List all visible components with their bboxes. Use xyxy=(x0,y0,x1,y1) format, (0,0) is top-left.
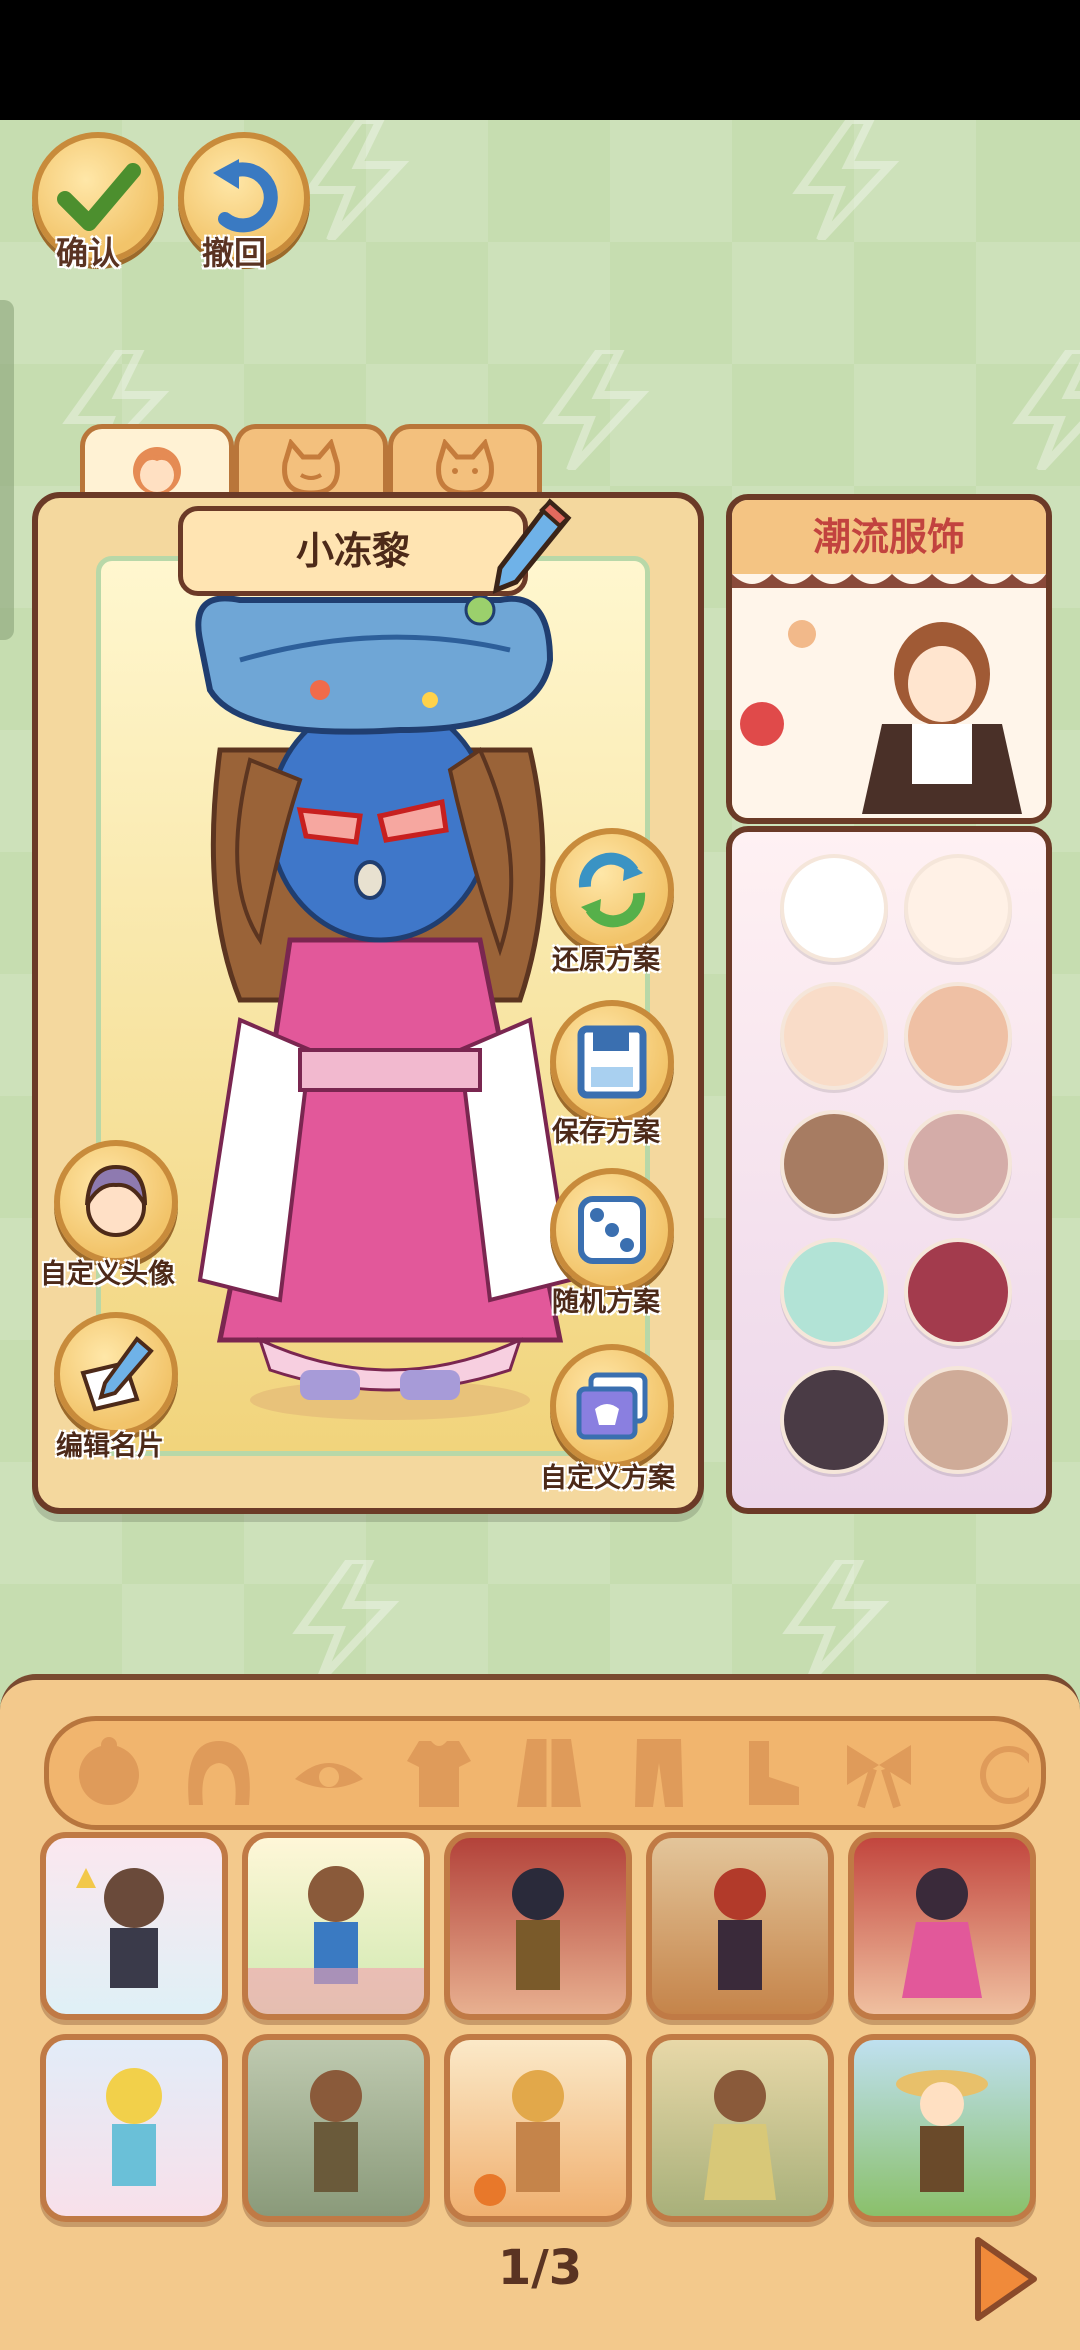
category-bar xyxy=(44,1716,1046,1830)
bolt-decoration-icon xyxy=(792,120,900,240)
pencil-edit-icon[interactable] xyxy=(490,496,574,596)
save-plan-label: 保存方案 xyxy=(552,1117,660,1148)
skin-color-swatch[interactable] xyxy=(904,1366,1012,1474)
skin-color-swatch[interactable] xyxy=(780,1238,888,1346)
confirm-label: 确认 xyxy=(56,234,121,272)
dice-icon xyxy=(578,1196,646,1264)
shoes-icon[interactable] xyxy=(729,1735,809,1811)
pants-icon[interactable] xyxy=(619,1735,699,1811)
trend-fashion-card[interactable]: 潮流服饰 xyxy=(726,494,1052,824)
save-plan-button[interactable] xyxy=(550,1000,674,1124)
face-icon[interactable] xyxy=(69,1735,149,1811)
cat-face-icon xyxy=(436,439,494,496)
eye-icon[interactable] xyxy=(289,1735,369,1811)
avatar-face-icon xyxy=(85,1164,147,1237)
skin-color-palette xyxy=(726,826,1052,1514)
outfit-thumbnail[interactable] xyxy=(40,1832,228,2020)
cat-face-icon xyxy=(282,439,340,496)
skin-color-swatch[interactable] xyxy=(904,982,1012,1090)
bolt-decoration-icon xyxy=(1012,350,1080,470)
floppy-disk-icon xyxy=(577,1025,647,1099)
custom-avatar-button[interactable] xyxy=(54,1140,178,1264)
random-plan-button[interactable] xyxy=(550,1168,674,1292)
refresh-cycle-icon xyxy=(578,852,646,928)
edit-card-button[interactable] xyxy=(54,1312,178,1436)
status-bar xyxy=(0,0,1080,120)
more-icon[interactable] xyxy=(949,1735,1029,1811)
skin-color-swatch[interactable] xyxy=(904,1110,1012,1218)
character-name: 小冻黎 xyxy=(295,529,410,573)
outfit-thumbnail[interactable] xyxy=(848,2034,1036,2222)
edit-card-label: 编辑名片 xyxy=(56,1431,164,1462)
custom-avatar-label: 自定义头像 xyxy=(40,1259,175,1290)
skin-color-swatch[interactable] xyxy=(780,1110,888,1218)
bolt-decoration-icon xyxy=(302,120,410,240)
fashion-illustration xyxy=(732,574,1046,818)
bolt-decoration-icon xyxy=(542,350,650,470)
skin-color-swatch[interactable] xyxy=(904,854,1012,962)
custom-plan-label: 自定义方案 xyxy=(540,1463,675,1494)
bolt-decoration-icon xyxy=(782,1560,890,1680)
random-plan-label: 随机方案 xyxy=(552,1287,660,1318)
side-drawer-handle[interactable] xyxy=(0,300,14,640)
page-indicator: 1/3 xyxy=(497,2240,583,2296)
next-page-arrow-icon[interactable] xyxy=(970,2234,1040,2324)
coat-icon[interactable] xyxy=(509,1735,589,1811)
outfit-thumbnail[interactable] xyxy=(444,2034,632,2222)
outfit-thumbnail[interactable] xyxy=(242,2034,430,2222)
outfit-thumbnail[interactable] xyxy=(40,2034,228,2222)
trend-fashion-title: 潮流服饰 xyxy=(732,500,1046,574)
custom-plan-button[interactable] xyxy=(550,1344,674,1468)
skin-color-swatch[interactable] xyxy=(904,1238,1012,1346)
bow-accessory-icon[interactable] xyxy=(839,1735,919,1811)
bolt-decoration-icon xyxy=(292,1560,400,1680)
outfit-thumbnail[interactable] xyxy=(646,1832,834,2020)
restore-plan-button[interactable] xyxy=(550,828,674,952)
undo-label: 撤回 xyxy=(202,234,267,272)
skin-color-swatch[interactable] xyxy=(780,854,888,962)
top-icon[interactable] xyxy=(399,1735,479,1811)
skin-color-swatch[interactable] xyxy=(780,982,888,1090)
hair-icon[interactable] xyxy=(179,1735,259,1811)
outfit-thumbnail[interactable] xyxy=(242,1832,430,2020)
character-name-plate[interactable]: 小冻黎 xyxy=(178,506,528,596)
skin-color-swatch[interactable] xyxy=(780,1366,888,1474)
cards-stack-icon xyxy=(576,1372,648,1440)
restore-plan-label: 还原方案 xyxy=(552,945,660,976)
outfit-thumbnail[interactable] xyxy=(848,1832,1036,2020)
edit-card-pencil-icon xyxy=(80,1336,154,1412)
outfit-thumbnail[interactable] xyxy=(646,2034,834,2222)
character-avatar[interactable] xyxy=(180,580,580,1420)
outfit-thumbnail[interactable] xyxy=(444,1832,632,2020)
